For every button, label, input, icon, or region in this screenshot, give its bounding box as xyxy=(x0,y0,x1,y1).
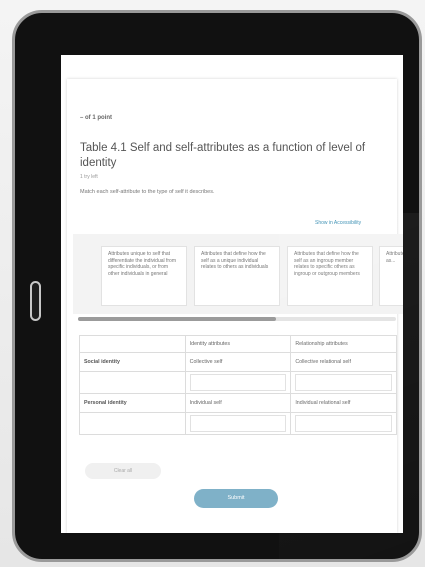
question-instruction: Match each self-attribute to the type of… xyxy=(80,189,215,195)
clear-all-button[interactable]: Clear all xyxy=(85,463,161,479)
answer-chip[interactable]: Attributes that define the self as... xyxy=(379,246,403,306)
question-title: Table 4.1 Self and self-attributes as a … xyxy=(80,142,366,169)
matching-table: Identity attributes Relationship attribu… xyxy=(79,335,397,435)
table-cell: Collective self xyxy=(184,352,292,372)
drop-zone-cell[interactable] xyxy=(290,371,397,394)
submit-button[interactable]: Submit xyxy=(194,489,278,508)
answer-chip-tray[interactable]: Attributes unique to self that different… xyxy=(73,234,403,314)
drop-zone[interactable] xyxy=(189,374,287,391)
tablet-screen: – of 1 point Table 4.1 Self and self-att… xyxy=(61,55,403,533)
drop-row xyxy=(79,412,397,435)
drop-zone-cell[interactable] xyxy=(184,412,292,435)
row-label: Social identity xyxy=(79,352,186,372)
column-header: Relationship attributes xyxy=(290,335,397,353)
table-cell: Individual relational self xyxy=(290,393,397,413)
home-button[interactable] xyxy=(30,281,41,321)
drop-row xyxy=(79,371,397,394)
table-row: Personal identity Individual self Indivi… xyxy=(79,393,397,413)
tablet-device: – of 1 point Table 4.1 Self and self-att… xyxy=(12,10,422,562)
table-cell: Individual self xyxy=(184,393,292,413)
table-cell: Collective relational self xyxy=(290,352,397,372)
tray-scrollbar-thumb[interactable] xyxy=(78,317,276,321)
question-subtitle: 1 try left xyxy=(80,174,98,180)
row-label: Personal identity xyxy=(79,393,186,413)
table-row: Social identity Collective self Collecti… xyxy=(79,352,397,372)
empty-cell xyxy=(79,412,186,435)
answer-chip[interactable]: Attributes unique to self that different… xyxy=(101,246,187,306)
drop-zone[interactable] xyxy=(189,415,287,432)
drop-zone[interactable] xyxy=(295,374,392,391)
answer-chip[interactable]: Attributes that define how the self as a… xyxy=(194,246,280,306)
answer-chip[interactable]: Attributes that define how the self as a… xyxy=(287,246,373,306)
drop-zone-cell[interactable] xyxy=(184,371,292,394)
table-header-row: Identity attributes Relationship attribu… xyxy=(79,335,397,353)
empty-cell xyxy=(79,371,186,394)
drop-zone-cell[interactable] xyxy=(290,412,397,435)
column-header: Identity attributes xyxy=(184,335,292,353)
column-header xyxy=(79,335,186,353)
question-card: – of 1 point Table 4.1 Self and self-att… xyxy=(67,79,403,533)
drop-zone[interactable] xyxy=(295,415,392,432)
points-label: – of 1 point xyxy=(80,115,112,121)
show-accessibility-link[interactable]: Show in Accessibility xyxy=(315,220,361,226)
